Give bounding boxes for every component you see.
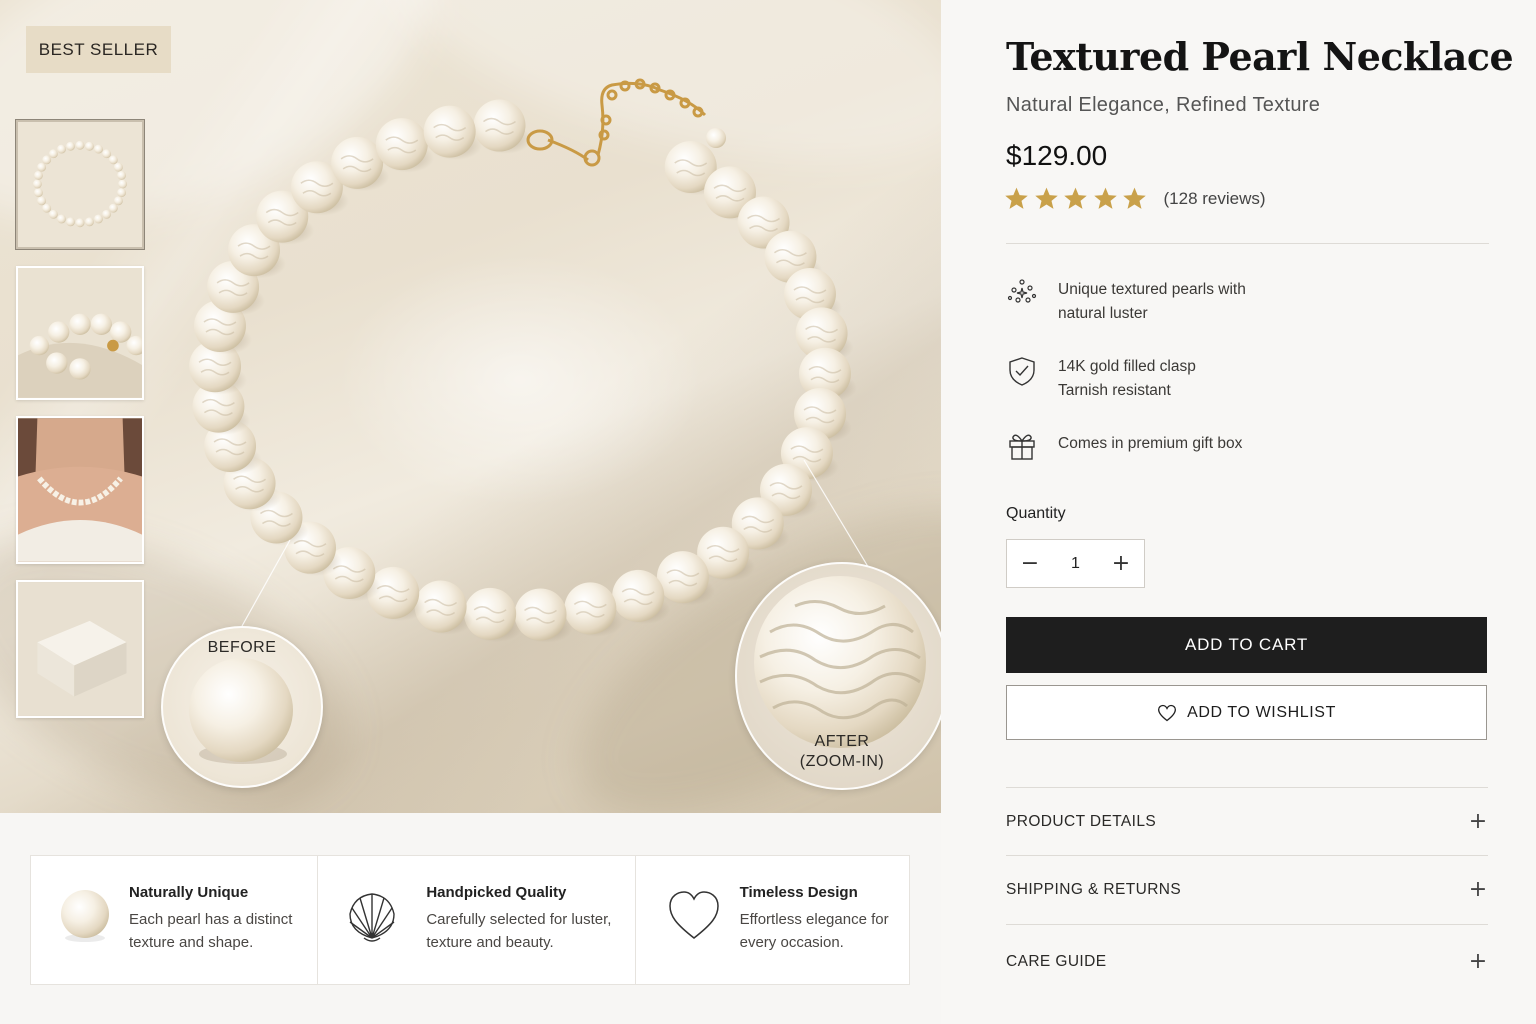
feature-desc-line1: Effortless elegance for: [739, 911, 889, 928]
quantity-label: Quantity: [1006, 505, 1066, 522]
pearl: [375, 118, 428, 171]
rating[interactable]: (128 reviews): [1004, 186, 1266, 211]
thumbnail-giftbox-image: [18, 582, 142, 716]
quantity-stepper: − 1 +: [1006, 539, 1145, 588]
feature-timeless-design: Timeless Design Effortless elegance for …: [636, 856, 909, 984]
pearl: [612, 569, 665, 622]
thumbnail-gift-box[interactable]: [16, 580, 144, 718]
quantity-increment-button[interactable]: +: [1098, 540, 1144, 587]
feature-desc-line2: every occasion.: [739, 934, 844, 951]
heart-icon: [668, 891, 719, 939]
quantity-decrement-button[interactable]: −: [1007, 540, 1053, 587]
zoom-after-sublabel: (ZOOM-IN): [799, 753, 885, 770]
thumbnail-bracelet-image: [18, 122, 142, 247]
plus-icon[interactable]: +: [1468, 877, 1488, 902]
bullet-line1: Comes in premium gift box: [1058, 435, 1243, 452]
add-to-wishlist-label: ADD TO WISHLIST: [1187, 703, 1336, 721]
feature-title: Handpicked Quality: [426, 884, 567, 901]
pearl: [656, 551, 709, 604]
gift-icon: [1009, 434, 1035, 460]
add-to-cart-button[interactable]: ADD TO CART: [1006, 617, 1487, 673]
product-gallery: BEST SELLER BEFORE AFTER (ZOOM-IN): [0, 0, 941, 813]
feature-title: Timeless Design: [739, 884, 858, 901]
accordion-shipping-returns[interactable]: SHIPPING & RETURNS +: [1006, 855, 1488, 923]
star-icon: [1064, 187, 1087, 209]
feature-desc-line2: texture and shape.: [129, 934, 254, 951]
smooth-pearl-image: [189, 658, 293, 764]
product-subtitle: Natural Elegance, Refined Texture: [1006, 94, 1321, 116]
thumbnail-bracelet-overview[interactable]: [16, 120, 144, 249]
pearl: [514, 588, 567, 641]
product-price: $129.00: [1006, 140, 1108, 171]
feature-desc-line1: Each pearl has a distinct: [129, 911, 293, 928]
pearl: [423, 105, 476, 158]
shield-check-icon: [1009, 357, 1035, 386]
star-icon: [1093, 187, 1117, 209]
shell-icon: [349, 893, 396, 942]
feature-desc-line1: Carefully selected for luster,: [426, 911, 612, 928]
feature-desc-line2: texture and beauty.: [426, 934, 554, 951]
feature-strip: Naturally Unique Each pearl has a distin…: [30, 855, 910, 985]
pearl-icon: [61, 890, 109, 942]
star-icon: [1034, 187, 1058, 209]
bullet-textured-pearls: Unique textured pearls with natural lust…: [1006, 278, 1246, 326]
zoom-after-label: AFTER: [814, 733, 870, 750]
feature-naturally-unique: Naturally Unique Each pearl has a distin…: [31, 856, 319, 984]
accordion-label: SHIPPING & RETURNS: [1006, 880, 1182, 898]
plus-icon[interactable]: +: [1468, 809, 1488, 834]
pearl: [331, 136, 384, 189]
accordion-label: CARE GUIDE: [1006, 952, 1107, 970]
accordion-care-guide[interactable]: CARE GUIDE +: [1006, 924, 1488, 998]
divider: [1006, 243, 1489, 244]
accordion-label: PRODUCT DETAILS: [1006, 812, 1157, 830]
zoom-before-bubble: BEFORE: [161, 626, 323, 788]
bullet-gift-box: Comes in premium gift box: [1006, 430, 1242, 462]
feature-handpicked-quality: Handpicked Quality Carefully selected fo…: [318, 856, 636, 984]
pearl: [464, 587, 517, 640]
bullet-gold-clasp: 14K gold filled clasp Tarnish resistant: [1006, 355, 1196, 403]
sparkle-icon: [1007, 279, 1037, 303]
thumbnail-closeup-image: [18, 268, 142, 398]
thumbnail-model-wearing[interactable]: [16, 416, 144, 564]
thumbnail-model-image: [18, 418, 142, 562]
feature-title: Naturally Unique: [129, 884, 249, 901]
bullet-line1: 14K gold filled clasp: [1058, 358, 1196, 375]
accordion-product-details[interactable]: PRODUCT DETAILS +: [1006, 787, 1488, 855]
product-title: Textured Pearl Necklace: [1006, 34, 1514, 79]
bullet-line2: natural luster: [1058, 305, 1148, 322]
zoom-after-bubble: AFTER (ZOOM-IN): [735, 562, 941, 790]
thumbnail-pearl-closeup[interactable]: [16, 266, 144, 400]
review-count-link[interactable]: (128 reviews): [1164, 189, 1266, 209]
bullet-line1: Unique textured pearls with: [1058, 281, 1246, 298]
add-to-wishlist-button[interactable]: ADD TO WISHLIST: [1006, 685, 1487, 740]
star-icon: [1123, 187, 1146, 209]
heart-icon: [1158, 704, 1177, 721]
star-icon: [1005, 187, 1028, 209]
plus-icon[interactable]: +: [1468, 949, 1488, 974]
best-seller-badge: BEST SELLER: [26, 26, 171, 73]
product-info-panel: Textured Pearl Necklace Natural Elegance…: [941, 0, 1536, 1024]
bullet-line2: Tarnish resistant: [1058, 382, 1171, 399]
quantity-value[interactable]: 1: [1071, 555, 1080, 573]
